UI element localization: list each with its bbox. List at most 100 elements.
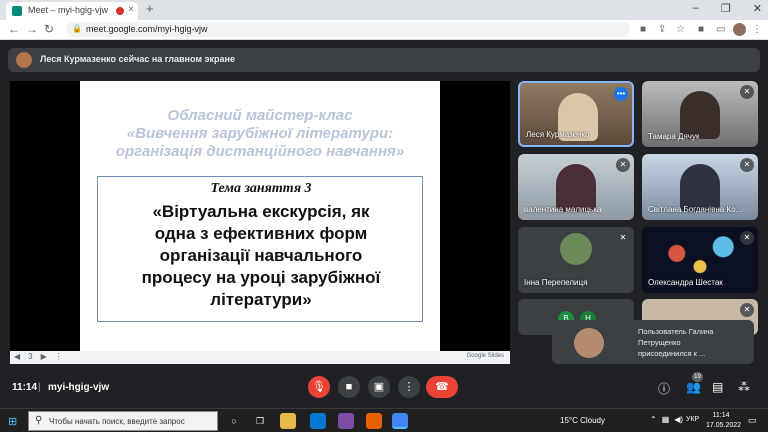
meeting-code: myi-hgig-vjw: [48, 382, 110, 393]
more-options-button[interactable]: ⋮: [398, 376, 420, 398]
chevron-up-icon[interactable]: ⌃: [650, 415, 657, 424]
forward-icon[interactable]: →: [26, 22, 38, 36]
mic-off-icon: ✕: [740, 158, 754, 172]
search-placeholder[interactable]: Чтобы начать поиск, введите запрос: [49, 417, 185, 426]
participant-name: Олександра Шестак: [648, 278, 723, 287]
meeting-time: 11:14: [12, 382, 38, 393]
bookmark-star-icon[interactable]: ☆: [676, 24, 685, 35]
participant-avatar: [560, 233, 592, 265]
participant-tile[interactable]: ✕ валентина малицька: [518, 154, 634, 220]
browser-toolbar: ← → ↻ 🔒 meet.google.com/myi-hgig-vjw ■ ⇪…: [0, 20, 768, 40]
weather-widget[interactable]: 15°C Cloudy: [560, 416, 605, 425]
lock-icon[interactable]: 🔒: [72, 24, 82, 33]
meet-favicon-icon: [12, 6, 22, 16]
close-window-button[interactable]: ✕: [753, 2, 762, 15]
slide-topic: Тема заняття 3: [210, 181, 312, 196]
leave-call-button[interactable]: ☎: [426, 376, 458, 398]
viber-icon[interactable]: [338, 413, 354, 429]
slide-nav: ◀ 3 ▶ ⋮: [14, 352, 63, 361]
language-indicator[interactable]: УКР: [686, 416, 699, 423]
join-notification-line: присоединился к ...: [638, 349, 706, 358]
mic-off-icon: ✕: [616, 231, 630, 245]
joined-user-avatar: [574, 328, 604, 358]
network-icon[interactable]: ▦: [662, 415, 670, 424]
participant-name: валентина малицька: [524, 205, 602, 214]
extension-icon[interactable]: ■: [698, 24, 704, 35]
mic-off-icon: ✕: [740, 85, 754, 99]
clock-date: 17.05.2022: [706, 422, 742, 429]
taskbar-clock[interactable]: 11:14 17.05.2022: [706, 411, 742, 431]
clock-time: 11:14: [712, 412, 730, 419]
slide-heading-line: організація дистанційного навчання»: [115, 143, 405, 160]
mic-off-icon: ✕: [740, 231, 754, 245]
participant-tile[interactable]: ✕ Олександра Шестак: [642, 227, 758, 293]
slide-body-line: одна з ефективних форм: [154, 224, 368, 243]
hang-up-icon: ☎: [435, 381, 449, 393]
slide-topic-box: Тема заняття 3 «Віртуальна екскурсія, як…: [97, 176, 423, 322]
windows-taskbar: ⊞ ⚲ Чтобы начать поиск, введите запрос ○…: [0, 408, 768, 432]
cortana-icon[interactable]: ○: [226, 413, 242, 429]
present-button[interactable]: ▣: [368, 376, 390, 398]
browser-tab-strip: Meet – myi-hgig-vjw × + – ❐ ✕: [0, 0, 768, 20]
meet-main: Леся Курмазенко сейчас на главном экране…: [0, 40, 768, 408]
next-slide-icon[interactable]: ▶: [41, 352, 47, 361]
participant-tile[interactable]: ✕ Тамара Дячук: [642, 81, 758, 147]
share-icon[interactable]: ⇪: [658, 24, 666, 35]
meeting-details-icon[interactable]: ⓘ: [658, 380, 670, 397]
camera-button[interactable]: ■: [338, 376, 360, 398]
taskbar-search-box[interactable]: ⚲ Чтобы начать поиск, введите запрос: [28, 411, 218, 431]
join-notification-line: Петрущенко: [638, 338, 681, 347]
people-icon[interactable]: 👥: [686, 380, 701, 394]
slide-controls: ◀ 3 ▶ ⋮ Google Slides: [10, 351, 510, 364]
tab-title: Meet – myi-hgig-vjw: [28, 5, 109, 15]
chrome-icon[interactable]: [392, 413, 408, 429]
participant-tile[interactable]: ••• Леся Курмазенко: [518, 81, 634, 147]
slide-heading-line: «Вивчення зарубіжної літератури:: [126, 125, 394, 142]
presenting-text: Леся Курмазенко сейчас на главном экране: [40, 54, 235, 64]
more-vert-icon: ⋮: [403, 381, 415, 393]
new-tab-button[interactable]: +: [146, 1, 154, 16]
camera-in-use-icon[interactable]: ■: [640, 24, 646, 35]
tab-close-icon[interactable]: ×: [128, 4, 134, 15]
participant-name: Леся Курмазенко: [526, 130, 590, 139]
presenting-banner: Леся Курмазенко сейчас на главном экране: [8, 48, 760, 72]
file-explorer-icon[interactable]: [280, 413, 296, 429]
minimize-button[interactable]: –: [693, 2, 699, 15]
browser-tab[interactable]: Meet – myi-hgig-vjw ×: [6, 2, 138, 20]
slide-page-number: 3: [28, 352, 33, 361]
windows-start-icon[interactable]: ⊞: [8, 415, 17, 428]
participant-name: Світлана Богданівна Ко...: [648, 205, 743, 214]
mail-icon[interactable]: [310, 413, 326, 429]
volume-icon[interactable]: ◀): [674, 415, 683, 424]
more-options-icon[interactable]: •••: [614, 87, 628, 101]
slide-heading-line: Обласний майстер-клас: [167, 107, 353, 124]
address-bar[interactable]: 🔒 meet.google.com/myi-hgig-vjw: [66, 22, 630, 37]
presentation-slide: Обласний майстер-клас «Вивчення зарубіжн…: [80, 81, 440, 351]
back-icon[interactable]: ←: [8, 22, 20, 36]
firefox-icon[interactable]: [366, 413, 382, 429]
chat-icon[interactable]: ▤: [712, 380, 723, 394]
activities-icon[interactable]: ⁂: [738, 380, 750, 394]
tab-search-icon[interactable]: ▭: [716, 24, 725, 35]
presentation-stage: Обласний майстер-клас «Вивчення зарубіжн…: [10, 81, 510, 364]
profile-avatar[interactable]: [733, 23, 746, 36]
participant-name: Інна Перепелиця: [524, 278, 588, 287]
restore-button[interactable]: ❐: [721, 2, 731, 15]
previous-slide-icon[interactable]: ◀: [14, 352, 20, 361]
participant-name: Тамара Дячук: [648, 132, 700, 141]
browser-menu-icon[interactable]: ⋮: [752, 24, 762, 35]
microphone-button[interactable]: 🎙: [308, 376, 330, 398]
mic-off-icon: 🎙: [312, 381, 326, 393]
window-controls: – ❐ ✕: [693, 2, 762, 15]
presenter-avatar: [16, 52, 32, 68]
slide-body-line: організації навчального: [159, 246, 363, 265]
task-view-icon[interactable]: ❐: [252, 413, 268, 429]
participant-tile[interactable]: ✕ Інна Перепелиця: [518, 227, 634, 293]
reload-icon[interactable]: ↻: [44, 22, 54, 36]
url-text[interactable]: meet.google.com/myi-hgig-vjw: [86, 24, 208, 34]
slide-body: «Віртуальна екскурсія, як одна з ефектив…: [98, 201, 424, 311]
present-screen-icon: ▣: [373, 381, 385, 393]
notification-icon[interactable]: ▭: [748, 415, 757, 426]
participant-tile[interactable]: ✕ Світлана Богданівна Ко...: [642, 154, 758, 220]
slide-menu-icon[interactable]: ⋮: [55, 352, 63, 361]
